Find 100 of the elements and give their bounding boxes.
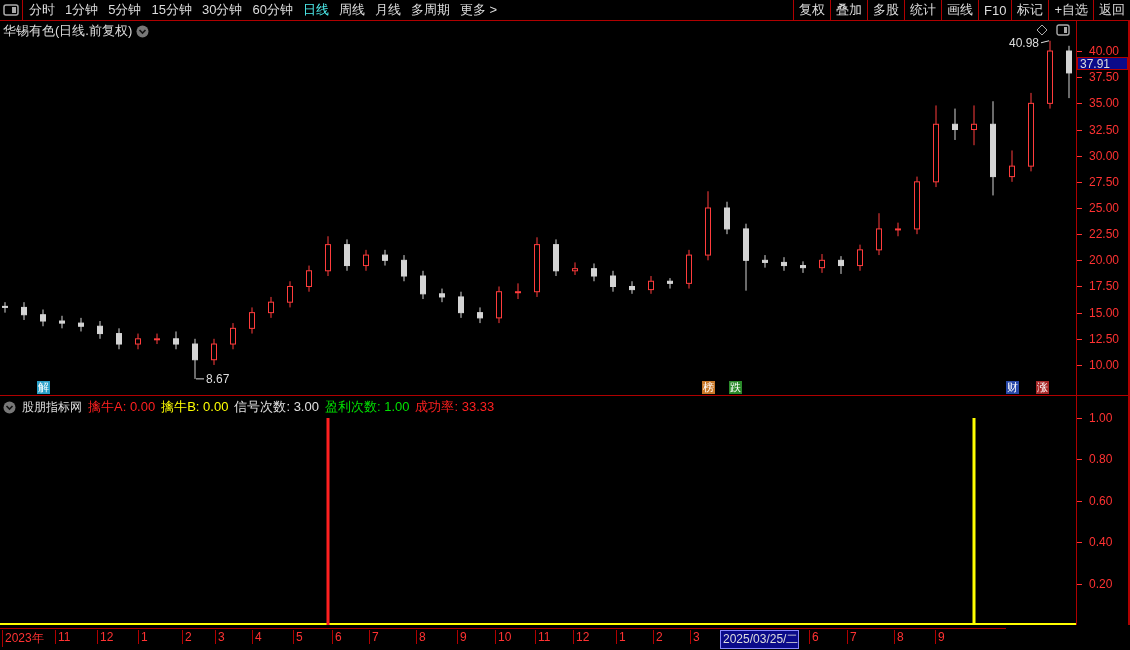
time-label: 2025/03/25/二: [720, 630, 800, 649]
candle: [781, 256, 787, 272]
time-label: 12: [97, 630, 114, 644]
event-marker[interactable]: 跌: [728, 381, 742, 394]
time-label: 1: [138, 630, 148, 644]
candle: [914, 176, 920, 235]
candle: [762, 254, 768, 269]
candle: [401, 254, 407, 282]
candle: [895, 222, 901, 237]
period-tab[interactable]: 月线: [374, 1, 401, 19]
candle: [97, 320, 103, 340]
axis-label: 0.80: [1089, 452, 1113, 467]
time-label: 6: [332, 630, 342, 644]
candle: [211, 338, 217, 366]
candle: [857, 244, 863, 272]
time-label: 6: [809, 630, 819, 644]
price-annotation: 40.98: [1008, 35, 1050, 50]
axis-label: 25.00: [1089, 201, 1120, 215]
time-label: 10: [495, 630, 512, 644]
candle: [135, 333, 141, 350]
candle: [325, 235, 331, 277]
candle: [192, 338, 198, 380]
price-annotation: 8.67: [195, 371, 230, 386]
time-label: 7: [369, 630, 379, 644]
time-label: 4: [252, 630, 262, 644]
panel-toggle-button[interactable]: [0, 0, 23, 20]
period-tab[interactable]: 分时: [29, 1, 55, 19]
period-tab[interactable]: 1分钟: [65, 1, 99, 19]
candle: [420, 270, 426, 300]
candle: [116, 327, 122, 350]
candle: [515, 282, 521, 300]
time-label: 2023年: [2, 630, 44, 647]
period-tab[interactable]: 5分钟: [108, 1, 142, 19]
axis-label: 22.50: [1089, 227, 1120, 242]
legend-item: 信号次数: 3.00: [234, 398, 319, 416]
axis-label: 10.00: [1089, 357, 1120, 372]
axis-label: 0.20: [1089, 576, 1113, 591]
candle: [382, 249, 388, 267]
time-label: 1: [616, 630, 626, 644]
time-label: 9: [457, 630, 467, 644]
candle: [667, 277, 673, 290]
diamond-icon[interactable]: [1036, 24, 1048, 36]
time-label: 5: [293, 630, 303, 644]
period-tab[interactable]: 日线: [302, 1, 329, 19]
candle: [686, 249, 692, 290]
period-tab[interactable]: 更多 >: [459, 1, 498, 19]
candle: [21, 301, 27, 321]
candle: [838, 255, 844, 275]
candle: [287, 280, 293, 308]
candle: [743, 223, 749, 292]
period-tab[interactable]: 60分钟: [252, 1, 293, 19]
legend-item: 成功率: 33.33: [415, 398, 495, 416]
period-tab[interactable]: 15分钟: [151, 1, 192, 19]
axis-label: 15.00: [1089, 305, 1120, 320]
candle: [1009, 149, 1015, 183]
panel-toggle-icon[interactable]: [1056, 24, 1070, 36]
legend-item: 擒牛A: 0.00: [88, 398, 156, 416]
candle: [230, 322, 236, 350]
legend-item: 盈利次数: 1.00: [324, 398, 410, 416]
candle: [344, 238, 350, 272]
period-tab[interactable]: 多周期: [410, 1, 450, 19]
event-marker[interactable]: 财: [1006, 381, 1019, 394]
last-price-tag: 37.91: [1077, 56, 1128, 70]
period-tab[interactable]: 30分钟: [201, 1, 243, 19]
candle: [971, 104, 977, 146]
period-tab[interactable]: 周线: [338, 1, 365, 19]
time-label: 3: [215, 630, 225, 644]
axis-label: 27.50: [1089, 174, 1120, 189]
event-marker[interactable]: 涨: [1036, 381, 1050, 394]
time-label: 7: [847, 630, 857, 644]
legend-item: 擒牛B: 0.00: [161, 398, 229, 416]
axis-label: 30.00: [1089, 148, 1120, 163]
indicator-name: 股朋指标网: [22, 398, 82, 416]
chevron-down-icon[interactable]: [136, 24, 150, 38]
candle: [648, 275, 654, 295]
candle: [78, 317, 84, 332]
stock-title: 华锡有色(日线.前复权): [3, 22, 133, 40]
annotation: 8.67: [206, 371, 230, 386]
axis-label: 0.60: [1089, 493, 1113, 508]
candle: [534, 236, 540, 298]
axis-label: 17.50: [1089, 279, 1120, 294]
axis-label: 32.50: [1089, 122, 1120, 137]
candle: [1047, 40, 1053, 110]
candle: [705, 190, 711, 261]
candle: [496, 286, 502, 324]
candle: [154, 333, 160, 345]
candle: [876, 212, 882, 256]
chevron-down-icon[interactable]: [3, 400, 16, 414]
candle: [173, 331, 179, 350]
axis-label: 20.00: [1089, 253, 1120, 268]
axis-label: 1.00: [1089, 411, 1113, 425]
time-label: 9: [935, 630, 945, 644]
candle: [458, 291, 464, 319]
candle: [306, 265, 312, 293]
candle: [629, 280, 635, 295]
candle: [819, 253, 825, 274]
candle: [2, 301, 8, 314]
candle: [553, 238, 559, 277]
time-label: 12: [573, 630, 590, 644]
time-label: 2: [653, 630, 663, 644]
